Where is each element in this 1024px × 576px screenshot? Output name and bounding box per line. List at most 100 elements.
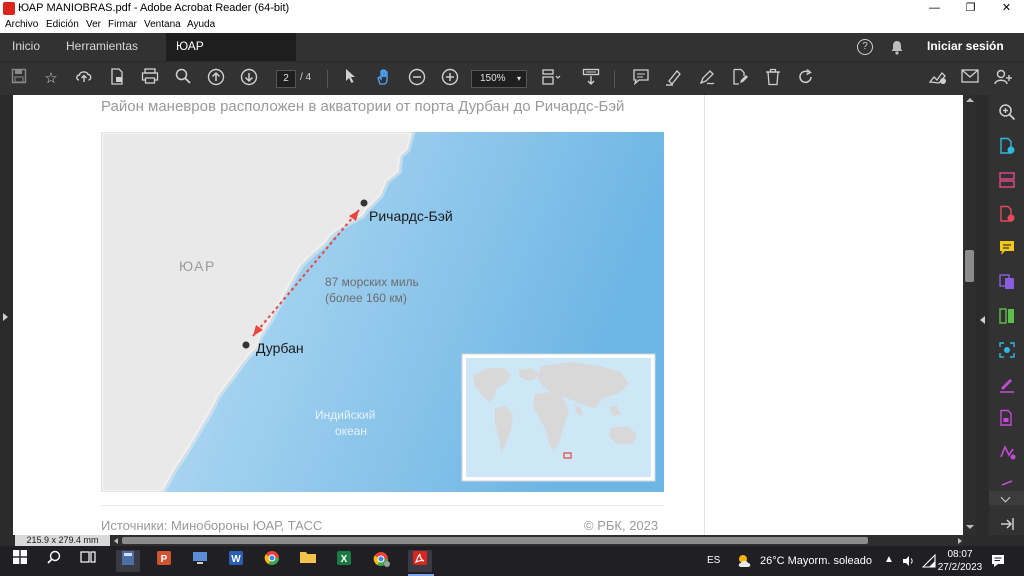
scroll-up-arrow-icon[interactable] [966,98,974,102]
more-tools-icon[interactable] [997,477,1017,491]
status-bar: 215.9 x 279.4 mm [0,535,1024,546]
chrome-profile-app-icon[interactable] [370,550,394,572]
create-pdf-icon[interactable] [997,205,1017,225]
bell-icon[interactable] [890,40,904,55]
organize-pages-icon[interactable] [997,171,1017,191]
scroll-left-arrow-icon[interactable] [114,538,118,544]
scroll-tools-down[interactable] [989,491,1024,505]
richards-bay-marker [360,199,368,207]
collapse-right-arrow-icon[interactable] [980,316,985,324]
language-indicator[interactable]: ES [707,555,720,566]
svg-text:P: P [161,554,168,565]
fill-sign-icon[interactable] [927,68,949,90]
document-viewport[interactable]: Район маневров расположен в акватории от… [13,95,963,535]
sign-in-button[interactable]: Iniciar sesión [927,33,1004,61]
vertical-scrollbar[interactable] [963,95,976,535]
zoom-in-icon[interactable] [439,68,461,90]
expand-left-arrow-icon[interactable] [3,313,8,321]
previous-page-icon[interactable] [205,68,227,90]
edit-pages-icon[interactable] [997,307,1017,327]
title-bar: ЮАР MANIOBRAS.pdf - Adobe Acrobat Reader… [0,0,1024,17]
window-title: ЮАР MANIOBRAS.pdf - Adobe Acrobat Reader… [18,2,290,14]
horizontal-scrollbar[interactable] [112,535,964,546]
edit-pdf-icon[interactable] [729,68,751,90]
menu-firmar[interactable]: Firmar [108,19,137,30]
file-explorer-icon[interactable] [296,550,320,572]
send-sign-icon[interactable] [997,443,1017,463]
page-number-input[interactable]: 2 [276,70,296,88]
file-lock-icon[interactable] [106,68,128,90]
select-cursor-icon[interactable] [340,68,362,90]
trash-icon[interactable] [762,68,784,90]
mail-icon[interactable] [959,68,981,90]
weather-sun-cloud-icon[interactable] [736,553,754,569]
tab-inicio[interactable]: Inicio [12,33,40,61]
highlight-pen-icon[interactable] [663,68,685,90]
tab-herramientas[interactable]: Herramientas [66,33,138,61]
weather-text[interactable]: 26°C Mayorm. soleado [760,555,872,567]
powerpoint-app-icon[interactable]: P [152,550,176,572]
speaker-icon[interactable] [902,554,916,568]
horizontal-scrollbar-thumb[interactable] [122,537,868,544]
scroll-right-arrow-icon[interactable] [958,538,962,544]
ocean-label-2: океан [335,424,367,438]
sign-pen-icon[interactable] [696,68,718,90]
left-panel-toggle[interactable] [0,95,13,535]
search-icon[interactable] [172,68,194,90]
export-pdf-icon[interactable] [997,137,1017,157]
zoom-out-icon[interactable] [406,68,428,90]
tab-document[interactable]: ЮАР MANIOBRAS... ✕ [166,33,296,80]
network-icon[interactable] [921,553,936,568]
windows-start-icon[interactable] [8,550,32,572]
zoom-value: 150% [480,73,506,84]
add-user-icon[interactable] [992,68,1014,90]
chevron-down-icon: ▾ [516,74,521,83]
clock-date[interactable]: 27/2/2023 [936,562,984,573]
main-toolbar: ☆ 2 / 4 150% ▾ [0,61,1024,95]
calculator-app-icon[interactable] [116,550,140,572]
save-icon[interactable] [8,68,30,90]
network-app-icon[interactable] [188,550,212,572]
collapse-tools-icon[interactable] [997,517,1017,537]
page-fit-icon[interactable] [540,68,562,90]
menu-edicion[interactable]: Edición [46,19,79,30]
menu-ayuda[interactable]: Ayuda [187,19,215,30]
combine-files-icon[interactable] [997,273,1017,293]
word-app-icon[interactable]: W [224,550,248,572]
ocean-label-1: Индийский [315,408,375,422]
scroll-down-arrow-icon[interactable] [966,525,974,529]
menu-ver[interactable]: Ver [86,19,101,30]
print-icon[interactable] [139,68,161,90]
zoom-select[interactable]: 150% ▾ [471,70,527,88]
comment-icon[interactable] [630,68,652,90]
scrollbar-thumb[interactable] [965,250,974,282]
right-panel-toggle[interactable] [976,95,989,535]
minimize-button[interactable]: — [918,0,951,17]
help-icon[interactable]: ? [857,39,873,55]
scan-ocr-icon[interactable] [997,341,1017,361]
chrome-app-icon[interactable] [260,550,284,572]
menu-archivo[interactable]: Archivo [5,19,38,30]
maximize-button[interactable]: ❐ [954,0,987,17]
menu-ventana[interactable]: Ventana [144,19,181,30]
search-icon[interactable] [42,550,66,572]
protect-icon[interactable] [997,409,1017,429]
show-hidden-icons-icon[interactable]: ▲ [884,554,894,565]
task-view-icon[interactable] [76,550,100,572]
fill-sign-tool-icon[interactable] [997,375,1017,395]
upload-cloud-icon[interactable] [73,68,95,90]
next-page-icon[interactable] [238,68,260,90]
rotate-icon[interactable] [795,68,817,90]
comment-tool-icon[interactable] [997,239,1017,259]
excel-app-icon[interactable]: X [332,550,356,572]
clock-time[interactable]: 08:07 [940,549,980,560]
distance-label-2: (более 160 км) [325,291,407,305]
zoom-tool-icon[interactable] [997,103,1017,123]
hand-tool-icon[interactable] [373,68,395,90]
scroll-mode-icon[interactable] [580,68,602,90]
acrobat-taskbar-icon[interactable] [408,550,432,572]
notifications-icon[interactable] [990,553,1006,569]
route-map: Ричардс-Бэй Дурбан ЮАР 87 морских миль (… [101,132,664,492]
close-window-button[interactable]: ✕ [990,0,1023,17]
star-icon[interactable]: ☆ [40,68,62,90]
